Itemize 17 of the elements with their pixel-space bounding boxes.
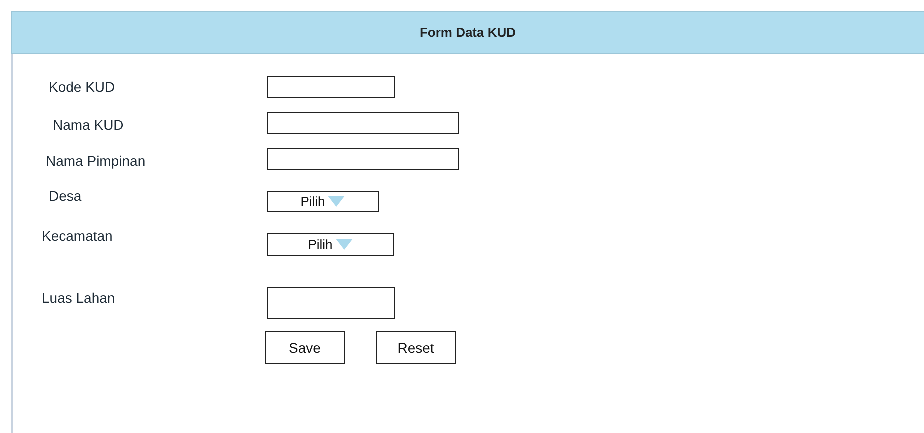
input-field[interactable] <box>267 76 395 98</box>
dropdown-arrow-icon <box>336 239 353 250</box>
field-label: Nama KUD <box>52 116 125 135</box>
field-label: Kode KUD <box>48 78 116 97</box>
input-field[interactable] <box>267 112 459 134</box>
save-button[interactable]: Save <box>265 331 345 364</box>
reset-button[interactable]: Reset <box>376 331 456 364</box>
input-field[interactable] <box>267 287 395 319</box>
dropdown[interactable]: Pilih <box>267 191 379 212</box>
field-label: Kecamatan <box>41 227 114 246</box>
dropdown[interactable]: Pilih <box>267 233 394 256</box>
field-label: Desa <box>48 187 83 206</box>
input-field[interactable] <box>267 148 459 170</box>
field-label: Luas Lahan <box>41 289 116 308</box>
form-title: Form Data KUD <box>420 25 516 40</box>
dropdown-arrow-icon <box>328 196 346 207</box>
field-label: Nama Pimpinan <box>45 152 147 171</box>
